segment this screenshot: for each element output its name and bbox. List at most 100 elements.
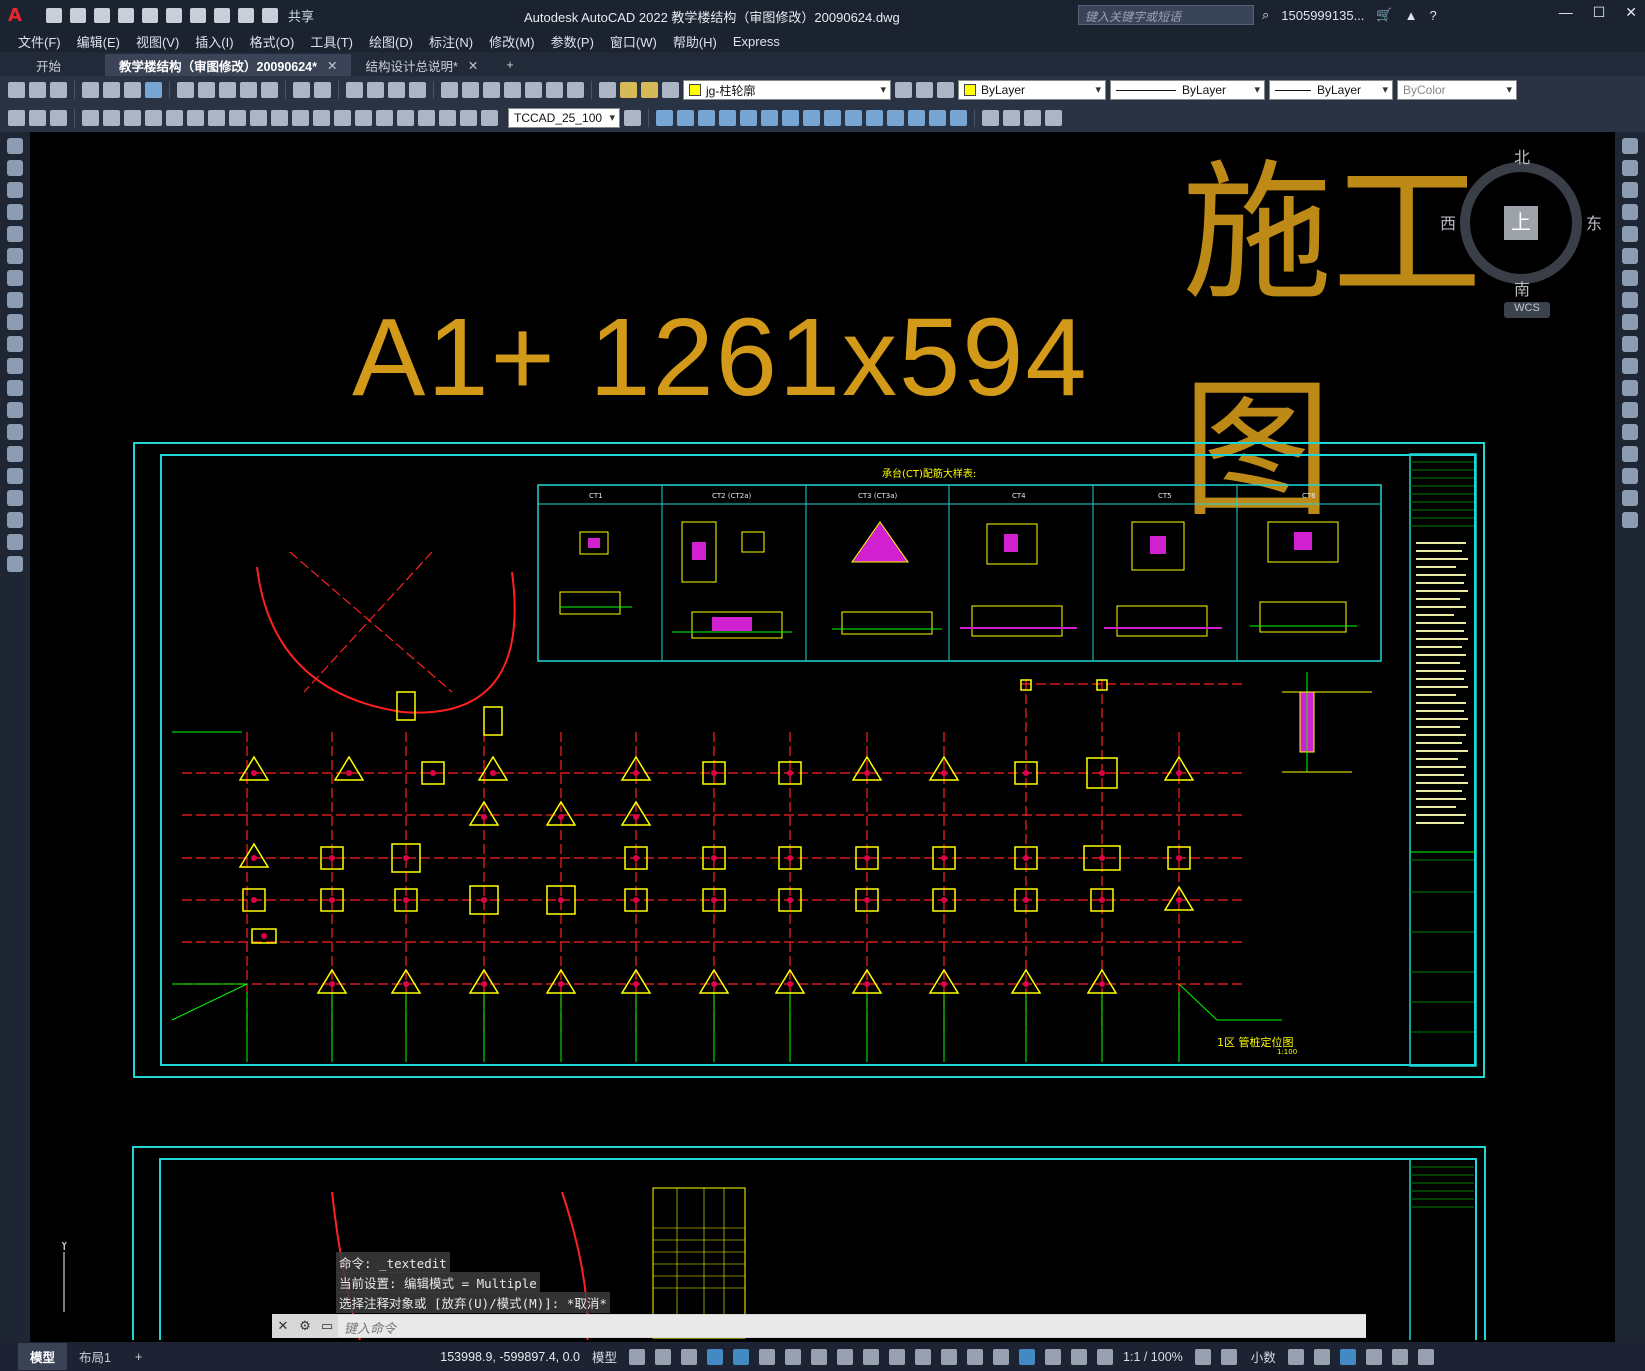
dynamic-input-icon[interactable] xyxy=(707,1348,724,1365)
layer-on-icon[interactable] xyxy=(620,82,637,98)
break-icon[interactable] xyxy=(866,110,883,126)
autocad-logo[interactable]: A xyxy=(8,5,32,26)
join-icon[interactable] xyxy=(887,110,904,126)
fillet-icon[interactable] xyxy=(1622,468,1638,484)
quick-properties-icon[interactable] xyxy=(1287,1348,1304,1365)
tab-design-notes[interactable]: 结构设计总说明* ✕ xyxy=(351,54,492,76)
explode-icon[interactable] xyxy=(950,110,967,126)
properties-icon[interactable] xyxy=(441,82,458,98)
quick-dim-icon[interactable] xyxy=(250,110,267,126)
ortho-icon[interactable] xyxy=(733,1348,750,1365)
help-icon[interactable] xyxy=(567,82,584,98)
pan-icon[interactable] xyxy=(346,82,363,98)
make-current-layer-icon[interactable] xyxy=(895,82,912,98)
add-layout-button[interactable]: + xyxy=(123,1346,154,1368)
isolate-objects-icon[interactable] xyxy=(1339,1348,1356,1365)
close-tab-icon[interactable]: ✕ xyxy=(468,58,478,73)
extend-icon[interactable] xyxy=(845,110,862,126)
mirror-icon[interactable] xyxy=(677,110,694,126)
line-icon[interactable] xyxy=(7,138,23,154)
plot-icon[interactable] xyxy=(190,7,206,23)
table-icon[interactable] xyxy=(7,512,23,528)
plotstyle-combo[interactable]: ByColor xyxy=(1397,80,1517,100)
mirror-icon[interactable] xyxy=(1622,182,1638,198)
save-icon[interactable] xyxy=(50,82,67,98)
lineweight-icon[interactable] xyxy=(863,1348,880,1365)
transparency-icon[interactable] xyxy=(889,1348,906,1365)
command-input[interactable]: 键入命令 xyxy=(338,1315,1366,1337)
move-icon[interactable] xyxy=(740,110,757,126)
coordinates-display[interactable]: 153998.9, -599897.4, 0.0 xyxy=(440,1350,580,1364)
rotate-icon[interactable] xyxy=(761,110,778,126)
layer-properties-icon[interactable] xyxy=(599,82,616,98)
angular-dim-icon[interactable] xyxy=(229,110,246,126)
design-center-icon[interactable] xyxy=(462,82,479,98)
spline-icon[interactable] xyxy=(7,314,23,330)
inspection-icon[interactable] xyxy=(397,110,414,126)
model-space-toggle[interactable]: 模型 xyxy=(592,1347,617,1366)
diameter-dim-icon[interactable] xyxy=(208,110,225,126)
tool-palettes-icon[interactable] xyxy=(483,82,500,98)
dynamic-ucs-icon[interactable] xyxy=(967,1348,984,1365)
rectangle-icon[interactable] xyxy=(7,226,23,242)
undo-icon[interactable] xyxy=(214,7,230,23)
jogged-linear-icon[interactable] xyxy=(418,110,435,126)
menu-window[interactable]: 窗口(W) xyxy=(610,32,657,51)
move-icon[interactable] xyxy=(1622,248,1638,264)
layer-combo[interactable]: jg-柱轮廓 xyxy=(683,80,891,100)
zoom-previous-icon[interactable] xyxy=(409,82,426,98)
menu-modify[interactable]: 修改(M) xyxy=(489,32,535,51)
paste-icon[interactable] xyxy=(219,82,236,98)
scale-icon[interactable] xyxy=(782,110,799,126)
region-icon[interactable] xyxy=(7,490,23,506)
match-properties-icon[interactable] xyxy=(240,82,257,98)
array-icon[interactable] xyxy=(719,110,736,126)
annotation-visibility-icon[interactable] xyxy=(1045,1348,1062,1365)
object-snap-tracking-icon[interactable] xyxy=(811,1348,828,1365)
menu-insert[interactable]: 插入(I) xyxy=(195,32,233,51)
new-tab-button[interactable]: + xyxy=(492,54,527,76)
polyline-icon[interactable] xyxy=(7,182,23,198)
gradient-icon[interactable] xyxy=(7,468,23,484)
publish-icon[interactable] xyxy=(124,82,141,98)
tab-model[interactable]: 模型 xyxy=(18,1343,68,1370)
tab-layout1[interactable]: 布局1 xyxy=(67,1343,123,1370)
user-account[interactable]: 1505999135... xyxy=(1281,8,1364,23)
match-icon[interactable] xyxy=(8,110,25,126)
calculator-icon[interactable] xyxy=(546,82,563,98)
text-above-icon[interactable] xyxy=(1024,110,1041,126)
ordinate-dim-icon[interactable] xyxy=(145,110,162,126)
textstyle-combo[interactable]: TCCAD_25_100 xyxy=(508,108,620,128)
color-combo[interactable]: ByLayer xyxy=(958,80,1106,100)
linetype-combo[interactable]: ByLayer xyxy=(1110,80,1265,100)
share-button[interactable]: 共享 xyxy=(288,6,314,25)
dim-break-icon[interactable] xyxy=(334,110,351,126)
customize-qat-icon[interactable] xyxy=(262,7,278,23)
workspace-gear-icon[interactable] xyxy=(1194,1348,1211,1365)
multiline-text-icon[interactable] xyxy=(7,534,23,550)
tolerance-icon[interactable] xyxy=(355,110,372,126)
erase-icon[interactable] xyxy=(1622,138,1638,154)
close-button[interactable]: ✕ xyxy=(1625,4,1637,21)
web-save-icon[interactable] xyxy=(166,7,182,23)
chamfer-icon[interactable] xyxy=(1622,446,1638,462)
lineweight-combo[interactable]: ByLayer xyxy=(1269,80,1393,100)
cut-icon[interactable] xyxy=(177,82,194,98)
break-icon[interactable] xyxy=(1622,402,1638,418)
center-mark-icon[interactable] xyxy=(376,110,393,126)
polygon-icon[interactable] xyxy=(7,204,23,220)
ellipse-arc-icon[interactable] xyxy=(7,358,23,374)
layer-thaw-icon[interactable] xyxy=(641,82,658,98)
radius-dim-icon[interactable] xyxy=(166,110,183,126)
plot-icon[interactable] xyxy=(82,82,99,98)
layer-iso-icon[interactable] xyxy=(50,110,67,126)
menu-tools[interactable]: 工具(T) xyxy=(310,32,353,51)
hatch-icon[interactable] xyxy=(7,446,23,462)
undo-icon[interactable] xyxy=(293,82,310,98)
zoom-window-icon[interactable] xyxy=(388,82,405,98)
block-editor-icon[interactable] xyxy=(261,82,278,98)
annotation-monitor-icon[interactable] xyxy=(1220,1348,1237,1365)
explode-icon[interactable] xyxy=(1622,512,1638,528)
menu-view[interactable]: 视图(V) xyxy=(136,32,179,51)
3d-print-icon[interactable] xyxy=(145,82,162,98)
